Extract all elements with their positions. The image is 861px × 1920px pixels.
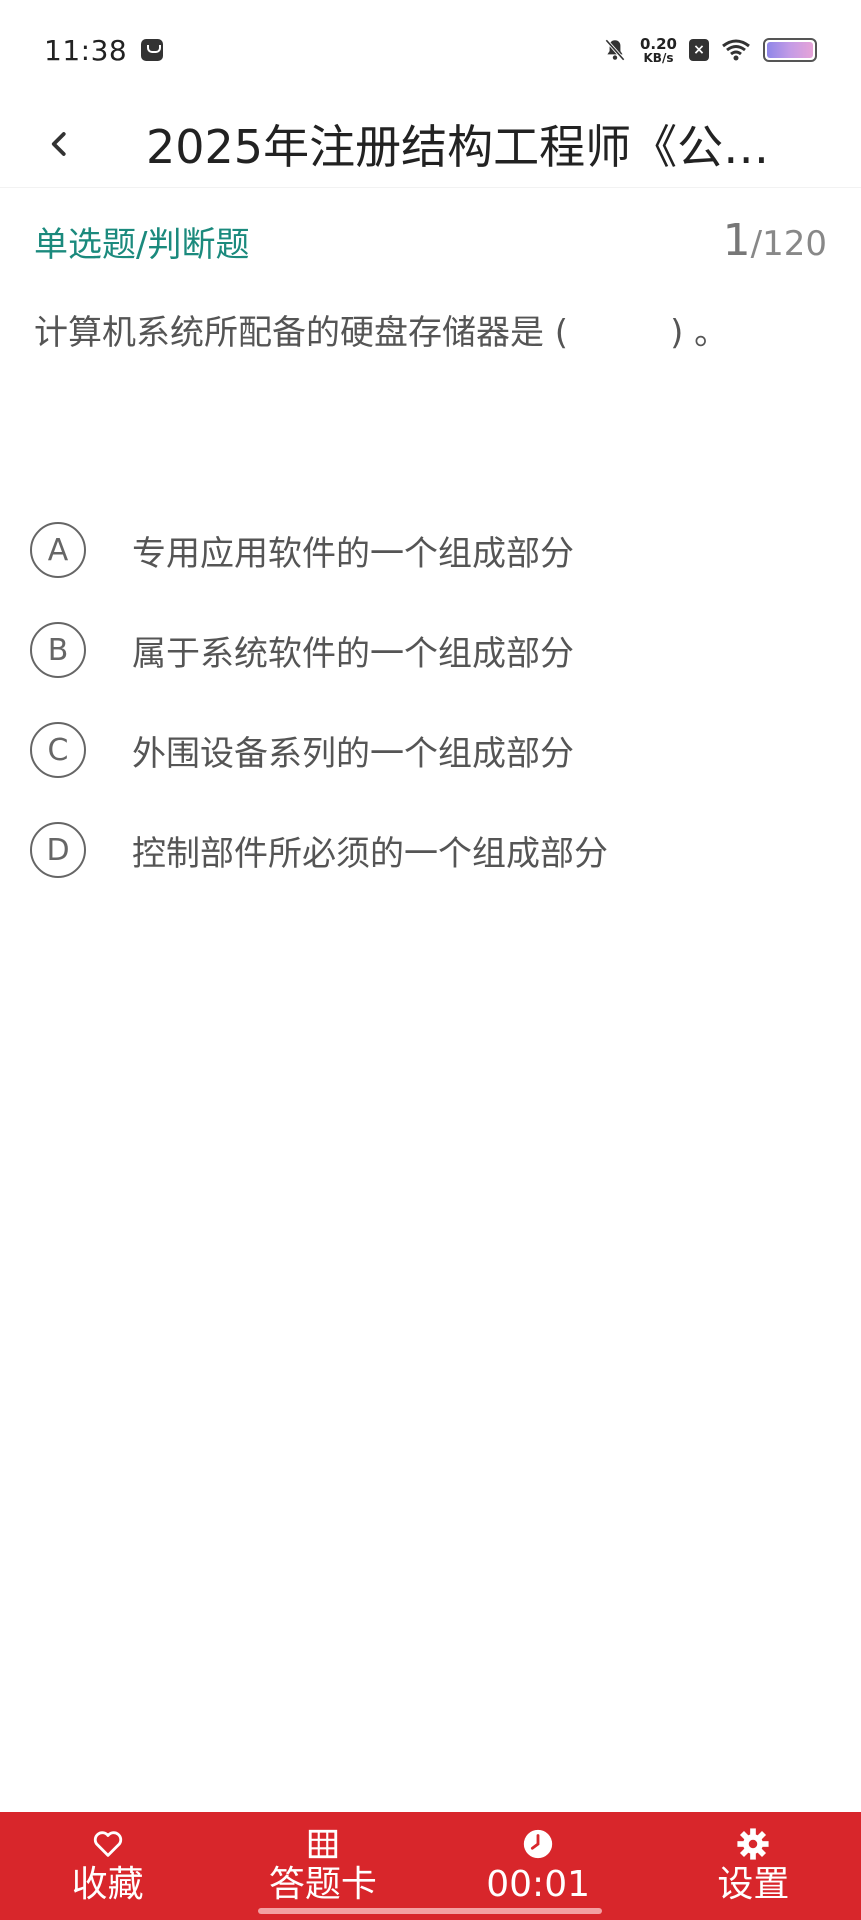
option-c[interactable]: C 外围设备系列的一个组成部分 xyxy=(30,700,830,800)
timer-label: 00:01 xyxy=(486,1864,590,1906)
option-d-letter: D xyxy=(30,822,86,878)
network-speed: 0.20 KB/s xyxy=(639,34,677,65)
clock-icon xyxy=(523,1830,553,1859)
mute-bell-icon xyxy=(605,39,625,61)
settings-button[interactable]: 设置 xyxy=(663,1812,843,1920)
option-a-text: 专用应用软件的一个组成部分 xyxy=(132,533,574,574)
network-speed-unit: KB/s xyxy=(643,50,674,65)
grid-icon xyxy=(308,1830,338,1859)
wifi-icon xyxy=(722,39,750,61)
answer-card-button[interactable]: 答题卡 xyxy=(233,1812,413,1920)
option-b[interactable]: B 属于系统软件的一个组成部分 xyxy=(30,600,830,700)
answer-card-label: 答题卡 xyxy=(268,1864,377,1906)
timer-button[interactable]: 00:01 xyxy=(448,1812,628,1920)
option-a[interactable]: A 专用应用软件的一个组成部分 xyxy=(30,500,830,600)
status-time: 11:38 xyxy=(44,33,128,67)
heart-icon xyxy=(93,1831,122,1857)
option-c-letter: C xyxy=(30,722,86,778)
option-b-letter: B xyxy=(30,622,86,678)
home-indicator[interactable] xyxy=(258,1908,602,1914)
bottom-toolbar: 收藏 答题卡 00:01 设置 xyxy=(0,1812,861,1920)
status-bar: 11:38 0.20 KB/s × xyxy=(0,0,861,100)
question-text: 计算机系统所配备的硬盘存储器是 ( ) 。 xyxy=(34,313,729,353)
option-c-text: 外围设备系列的一个组成部分 xyxy=(132,733,574,774)
question-type: 单选题/判断题 xyxy=(34,225,250,265)
battery-level xyxy=(767,42,813,58)
settings-label: 设置 xyxy=(717,1864,790,1906)
question-current-number: 1 xyxy=(722,215,751,266)
status-left: 11:38 xyxy=(44,33,164,67)
header: 2025年注册结构工程师《公… xyxy=(0,100,861,188)
option-a-letter: A xyxy=(30,522,86,578)
gear-icon xyxy=(737,1828,769,1860)
option-d-text: 控制部件所必须的一个组成部分 xyxy=(132,833,608,874)
chevron-left-icon xyxy=(51,131,66,156)
network-speed-value: 0.20 xyxy=(639,34,677,53)
question-total: /120 xyxy=(750,224,827,264)
back-button[interactable] xyxy=(0,100,120,188)
no-sim-icon: × xyxy=(689,39,709,61)
option-b-text: 属于系统软件的一个组成部分 xyxy=(132,633,574,674)
page-title: 2025年注册结构工程师《公… xyxy=(146,119,770,174)
favorite-button[interactable]: 收藏 xyxy=(18,1812,198,1920)
options-list: A 专用应用软件的一个组成部分 B 属于系统软件的一个组成部分 C 外围设备系列… xyxy=(30,500,830,900)
option-d[interactable]: D 控制部件所必须的一个组成部分 xyxy=(30,800,830,900)
battery-icon xyxy=(763,38,817,62)
notification-app-icon xyxy=(141,39,164,61)
status-right: 0.20 KB/s × xyxy=(602,34,817,65)
question-counter: 1 /120 xyxy=(723,215,827,266)
question-meta: 单选题/判断题 1 /120 xyxy=(34,215,827,266)
favorite-label: 收藏 xyxy=(71,1864,144,1906)
